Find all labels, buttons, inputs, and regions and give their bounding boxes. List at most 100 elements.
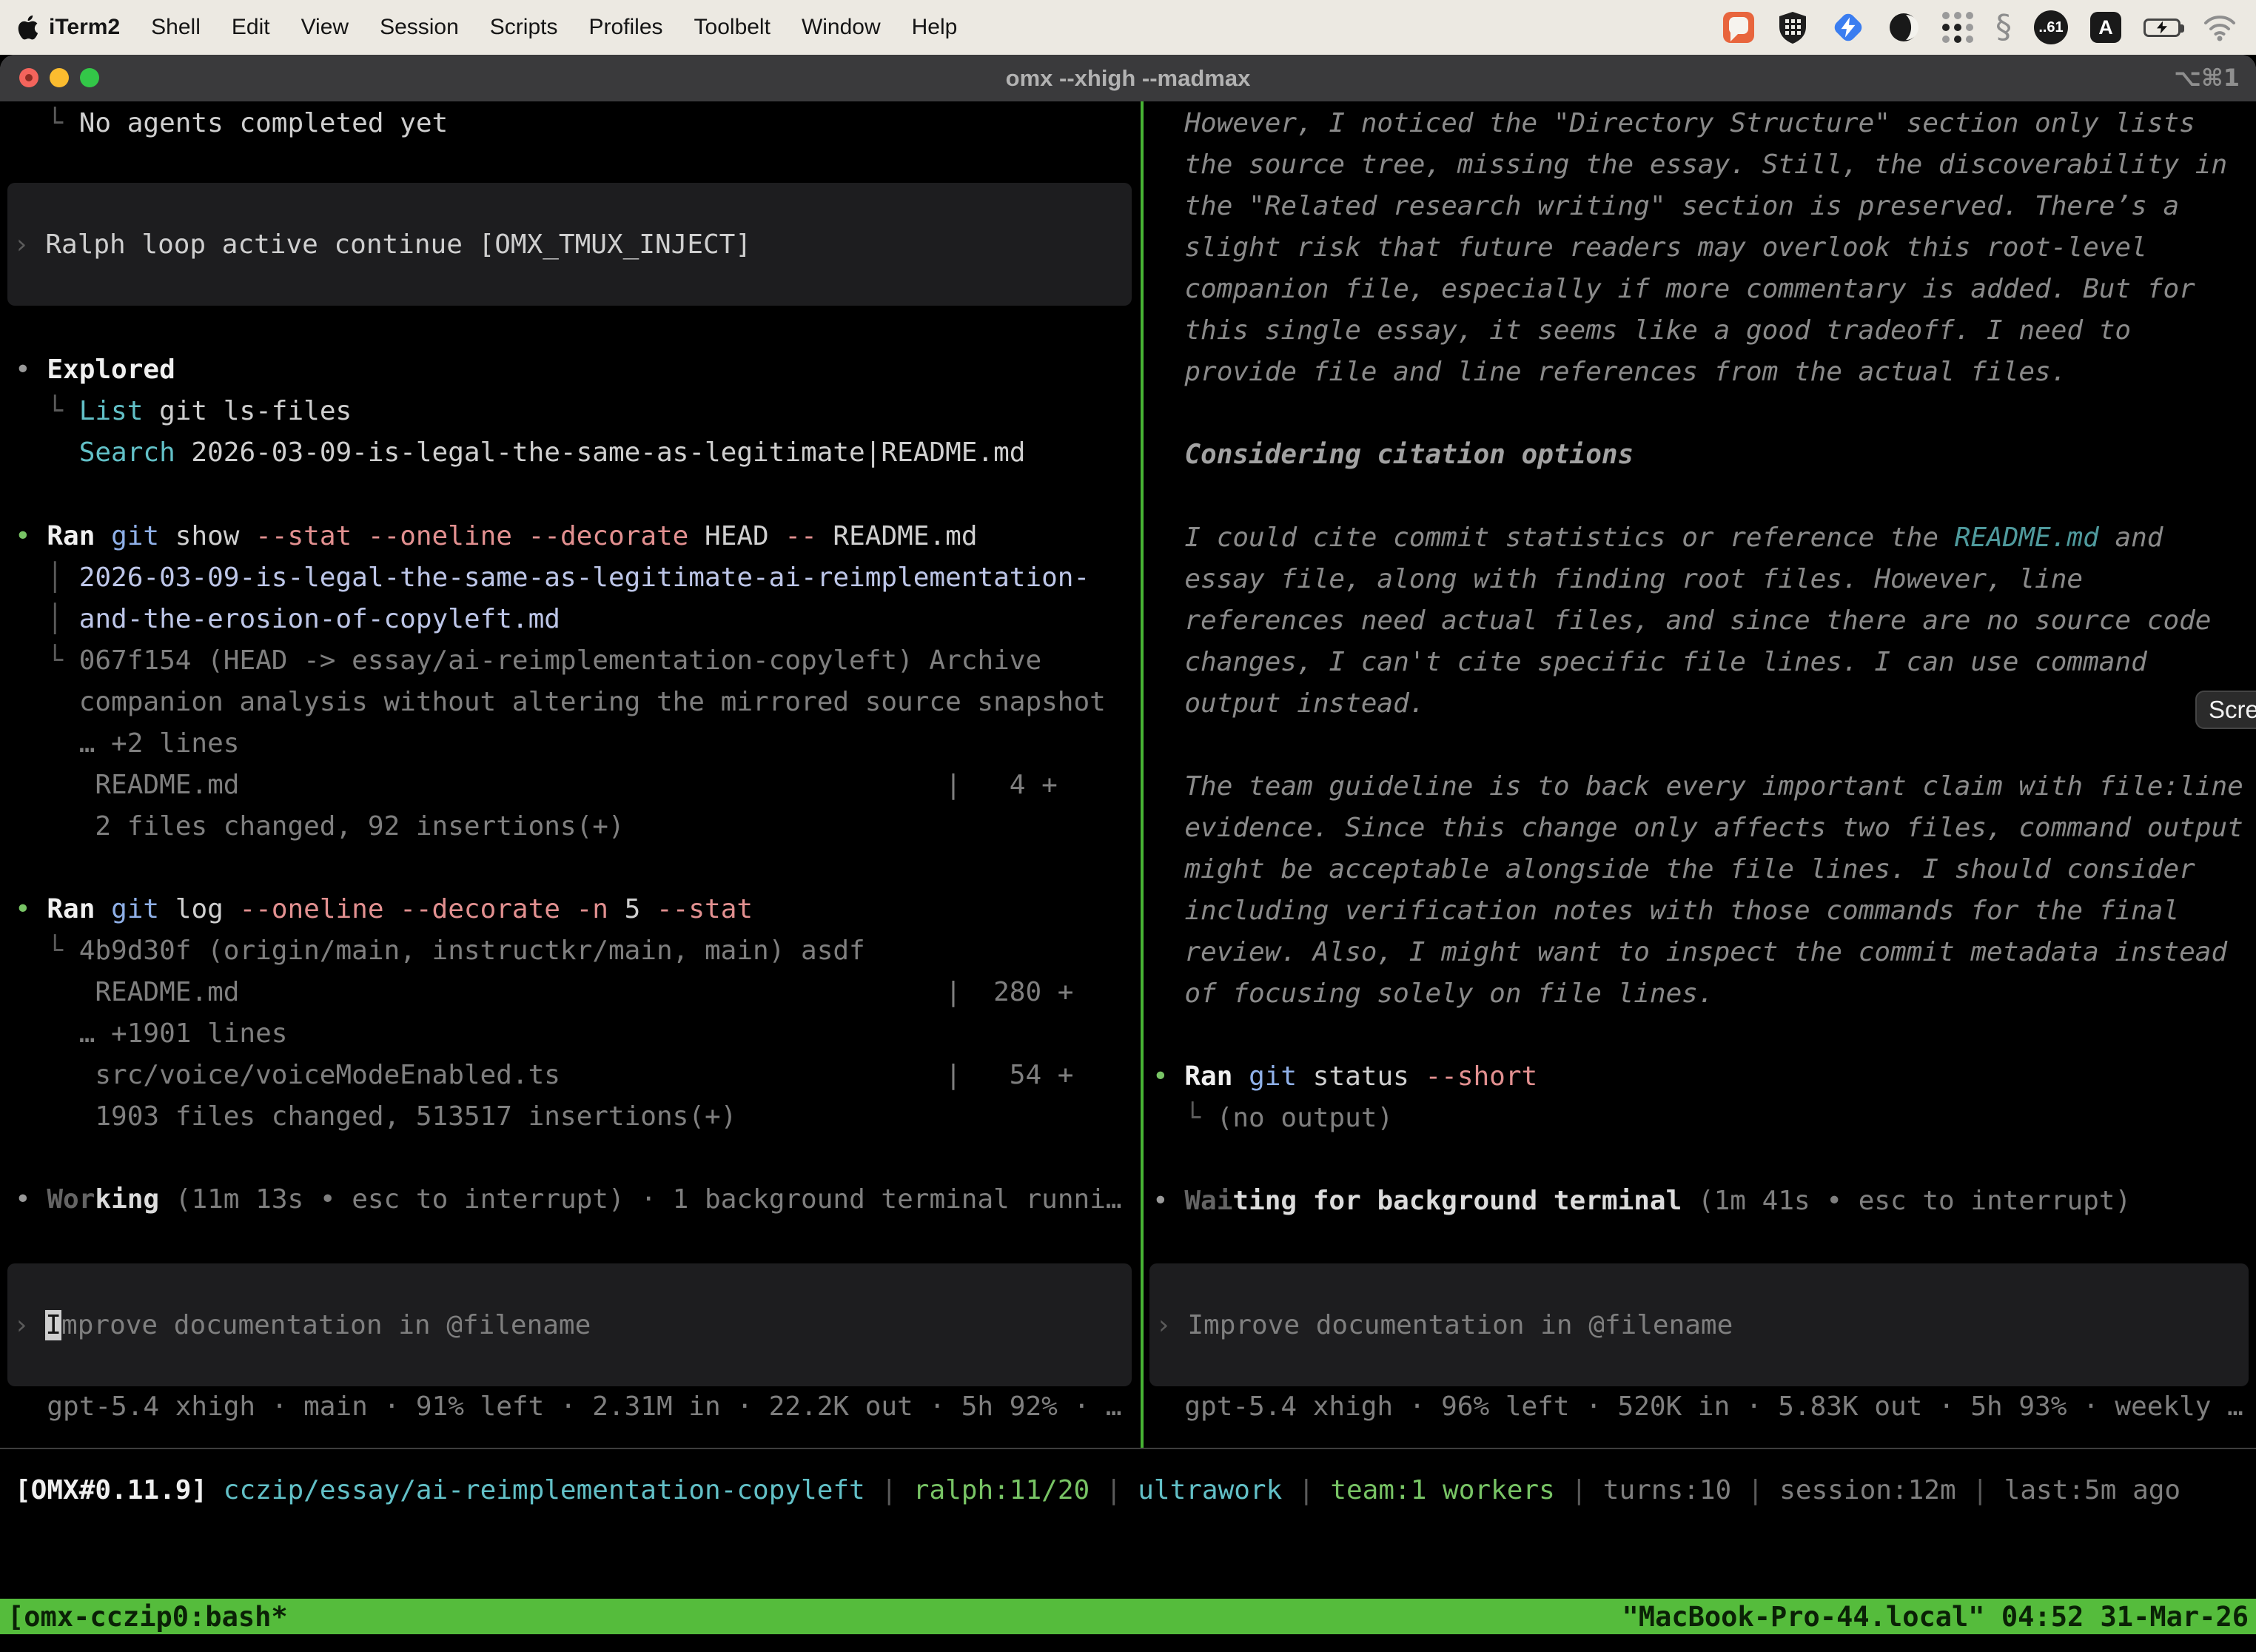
terminal-line: README.md | 280 + bbox=[15, 972, 1141, 1013]
terminal-line: 1903 files changed, 513517 insertions(+) bbox=[15, 1096, 1141, 1138]
terminal-line: • Working (11m 13s • esc to interrupt) ·… bbox=[15, 1179, 1141, 1220]
tmux-session-label: [omx-cczip0:bash* bbox=[7, 1601, 288, 1633]
shield-grid-icon[interactable] bbox=[1776, 10, 1809, 44]
terminal-line: • Ran git show --stat --oneline --decora… bbox=[15, 516, 1141, 557]
terminal-line: this single essay, it seems like a good … bbox=[1152, 310, 2256, 352]
terminal-line: └ No agents completed yet bbox=[15, 103, 1141, 144]
spacer bbox=[15, 144, 1141, 183]
spacer bbox=[1152, 393, 2256, 434]
menu-items: iTerm2ShellEditViewSessionScriptsProfile… bbox=[38, 15, 973, 40]
terminal-line: evidence. Since this change only affects… bbox=[1152, 807, 2256, 849]
terminal-line: The team guideline is to back every impo… bbox=[1152, 766, 2256, 807]
terminal-line: the source tree, missing the essay. Stil… bbox=[1152, 144, 2256, 186]
spacer bbox=[1152, 1222, 2256, 1263]
terminal-line: However, I noticed the "Directory Struct… bbox=[1152, 103, 2256, 144]
dots-grid-icon[interactable] bbox=[1942, 12, 1973, 43]
terminal-line: I could cite commit statistics or refere… bbox=[1152, 517, 2256, 559]
prompt-input[interactable]: › Improve documentation in @filename bbox=[1149, 1263, 2249, 1386]
terminal-line: might be acceptable alongside the file l… bbox=[1152, 849, 2256, 890]
spacer bbox=[15, 847, 1141, 889]
terminal-line: … +1901 lines bbox=[15, 1013, 1141, 1055]
prompt-input[interactable]: › Improve documentation in @filename bbox=[7, 1263, 1132, 1386]
menu-item-edit[interactable]: Edit bbox=[216, 15, 286, 39]
tab-shortcut-label: ⌥⌘1 bbox=[2174, 64, 2240, 92]
letter-a-app-icon[interactable]: A bbox=[2090, 12, 2121, 43]
terminal-line: README.md | 4 + bbox=[15, 765, 1141, 806]
right-pane: However, I noticed the "Directory Struct… bbox=[1144, 101, 2256, 1448]
spacer bbox=[15, 1220, 1141, 1263]
spacer bbox=[15, 474, 1141, 516]
terminal-line: └ 4b9d30f (origin/main, instructkr/main,… bbox=[15, 930, 1141, 972]
omx-status-bar: [OMX#0.11.9] cczip/essay/ai-reimplementa… bbox=[0, 1449, 2256, 1599]
terminal-line: 2 files changed, 92 insertions(+) bbox=[15, 806, 1141, 847]
bolt-glyph bbox=[2157, 21, 2167, 34]
terminal-line: essay file, along with finding root file… bbox=[1152, 559, 2256, 600]
terminal-line: provide file and line references from th… bbox=[1152, 352, 2256, 393]
squiggle-icon[interactable]: § bbox=[1995, 11, 2012, 44]
terminal-line: companion file, especially if more comme… bbox=[1152, 269, 2256, 310]
terminal-line: companion analysis without altering the … bbox=[15, 682, 1141, 723]
dark-crescent-icon[interactable] bbox=[1887, 11, 1920, 44]
wifi-icon[interactable] bbox=[2203, 13, 2237, 41]
menu-item-toolbelt[interactable]: Toolbelt bbox=[679, 15, 786, 39]
menu-item-help[interactable]: Help bbox=[896, 15, 973, 39]
terminal-line: slight risk that future readers may over… bbox=[1152, 227, 2256, 269]
menu-bar-status-icons: § ..61 A bbox=[1723, 10, 2241, 44]
screen-share-tooltip[interactable]: Scre bbox=[2195, 691, 2256, 729]
iterm2-window: omx --xhigh --madmax ⌥⌘1 └ No agents com… bbox=[0, 55, 2256, 1652]
terminal-line: review. Also, I might want to inspect th… bbox=[1152, 932, 2256, 973]
terminal-line: the "Related research writing" section i… bbox=[1152, 186, 2256, 227]
terminal-line: • Waiting for background terminal (1m 41… bbox=[1152, 1181, 2256, 1222]
menu-item-shell[interactable]: Shell bbox=[135, 15, 216, 39]
tmux-host-clock-label: "MacBook-Pro-44.local" 04:52 31-Mar-26 bbox=[1622, 1601, 2249, 1633]
terminal-line: gpt-5.4 xhigh · 96% left · 520K in · 5.8… bbox=[1152, 1386, 2256, 1428]
close-button[interactable] bbox=[19, 68, 38, 87]
spacer bbox=[1152, 476, 2256, 517]
terminal-line: │ 2026-03-09-is-legal-the-same-as-legiti… bbox=[15, 557, 1141, 599]
terminal-line: • Ran git status --short bbox=[1152, 1056, 2256, 1098]
menu-item-session[interactable]: Session bbox=[364, 15, 474, 39]
terminal-line: Considering citation options bbox=[1152, 434, 2256, 476]
spacer bbox=[1152, 1139, 2256, 1181]
spacer bbox=[15, 1138, 1141, 1179]
window-title-bar[interactable]: omx --xhigh --madmax ⌥⌘1 bbox=[0, 55, 2256, 101]
battery-charging-icon[interactable] bbox=[2143, 19, 2181, 37]
chat-app-icon[interactable] bbox=[1723, 12, 1754, 43]
terminal-bottom-padding bbox=[0, 1634, 2256, 1652]
zoom-button[interactable] bbox=[80, 68, 99, 87]
terminal-line: • Explored bbox=[15, 349, 1141, 391]
terminal-line: │ and-the-erosion-of-copyleft.md bbox=[15, 599, 1141, 640]
terminal-line: └ List git ls-files bbox=[15, 391, 1141, 432]
terminal-line: output instead. bbox=[1152, 683, 2256, 725]
spacer bbox=[1152, 725, 2256, 766]
terminal-line: Search 2026-03-09-is-legal-the-same-as-l… bbox=[15, 432, 1141, 474]
terminal-line: including verification notes with those … bbox=[1152, 890, 2256, 932]
apple-logo-icon[interactable] bbox=[15, 13, 38, 41]
prompt-input[interactable]: › Ralph loop active continue [OMX_TMUX_I… bbox=[7, 183, 1132, 306]
left-pane: └ No agents completed yet › Ralph loop ac… bbox=[0, 101, 1141, 1448]
tmux-panes: └ No agents completed yet › Ralph loop ac… bbox=[0, 101, 2256, 1448]
spacer bbox=[1152, 1015, 2256, 1056]
traffic-lights bbox=[19, 68, 99, 87]
window-title: omx --xhigh --madmax bbox=[1006, 65, 1251, 92]
terminal-line: of focusing solely on file lines. bbox=[1152, 973, 2256, 1015]
tmux-status-bar: [omx-cczip0:bash* "MacBook-Pro-44.local"… bbox=[0, 1599, 2256, 1634]
terminal-line: └ (no output) bbox=[1152, 1098, 2256, 1139]
menu-item-iterm2[interactable]: iTerm2 bbox=[38, 15, 135, 39]
terminal-line: changes, I can't cite specific file line… bbox=[1152, 642, 2256, 683]
terminal-line: references need actual files, and since … bbox=[1152, 600, 2256, 642]
terminal-line: gpt-5.4 xhigh · main · 91% left · 2.31M … bbox=[15, 1386, 1141, 1428]
percent-badge-icon[interactable]: ..61 bbox=[2034, 10, 2068, 44]
blue-bolt-badge-icon[interactable] bbox=[1831, 10, 1865, 44]
terminal-line: • Ran git log --oneline --decorate -n 5 … bbox=[15, 889, 1141, 930]
menu-item-profiles[interactable]: Profiles bbox=[573, 15, 678, 39]
terminal-line: src/voice/voiceModeEnabled.ts | 54 + bbox=[15, 1055, 1141, 1096]
minimize-button[interactable] bbox=[50, 68, 69, 87]
terminal-line: … +2 lines bbox=[15, 723, 1141, 765]
spacer bbox=[15, 306, 1141, 349]
menu-item-window[interactable]: Window bbox=[786, 15, 896, 39]
menu-item-view[interactable]: View bbox=[286, 15, 364, 39]
menu-item-scripts[interactable]: Scripts bbox=[474, 15, 574, 39]
macos-menu-bar: iTerm2ShellEditViewSessionScriptsProfile… bbox=[0, 0, 2256, 55]
terminal-line: └ 067f154 (HEAD -> essay/ai-reimplementa… bbox=[15, 640, 1141, 682]
